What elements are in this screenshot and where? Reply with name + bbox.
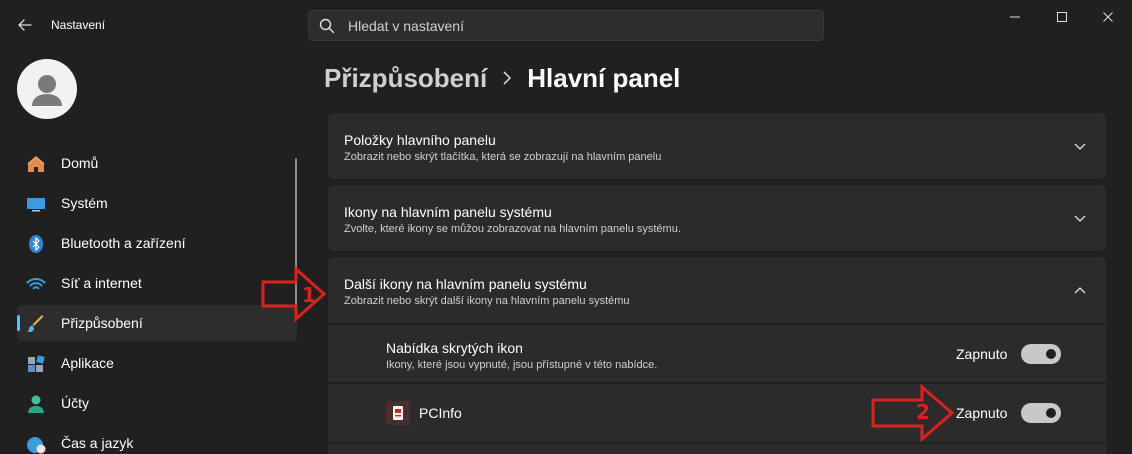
setting-row-pcinfo: PCInfo Zapnuto (328, 384, 1106, 442)
toggle-state-label: Zapnuto (956, 346, 1008, 362)
sidebar-item-accounts[interactable]: Účty (17, 385, 297, 421)
sidebar-item-label: Čas a jazyk (61, 435, 134, 451)
sidebar-item-label: Domů (61, 155, 99, 171)
maximize-icon (1057, 12, 1067, 22)
search-icon (319, 18, 335, 34)
toggle-knob (1046, 349, 1056, 359)
minimize-icon (1010, 16, 1020, 18)
maximize-button[interactable] (1039, 4, 1085, 30)
section-description: Zvolte, které ikony se můžou zobrazovat … (344, 223, 681, 235)
close-button[interactable] (1085, 4, 1131, 30)
setting-row-next (328, 444, 1106, 454)
section-description: Zobrazit nebo skrýt další ikony na hlavn… (344, 295, 630, 307)
brush-icon (27, 315, 44, 332)
user-icon (32, 75, 62, 106)
annotation-number-1: 1 (302, 283, 316, 307)
home-icon (27, 156, 45, 172)
chevron-up-icon (1074, 287, 1086, 294)
account-icon (28, 395, 44, 413)
pcinfo-app-icon (386, 401, 410, 425)
pcinfo-toggle[interactable] (1021, 403, 1061, 423)
wifi-icon (26, 278, 46, 290)
sidebar-item-label: Aplikace (61, 355, 114, 371)
section-title: Položky hlavního panelu (344, 132, 496, 148)
sidebar-item-personalization[interactable]: Přizpůsobení (17, 305, 297, 341)
close-icon (1103, 12, 1113, 22)
sidebar-item-home[interactable]: Domů (17, 145, 297, 181)
setting-title: Nabídka skrytých ikon (386, 340, 523, 356)
section-title: Další ikony na hlavním panelu systému (344, 276, 587, 292)
sidebar-item-bluetooth[interactable]: Bluetooth a zařízení (17, 225, 297, 261)
chevron-down-icon (1074, 215, 1086, 222)
search-input[interactable]: Hledat v nastavení (348, 18, 464, 34)
title-bar: Nastavení Hledat v nastavení (0, 0, 1132, 50)
chevron-down-icon (1074, 143, 1086, 150)
section-description: Zobrazit nebo skrýt tlačítka, která se z… (344, 151, 662, 163)
sidebar-item-label: Síť a internet (61, 275, 142, 291)
active-indicator (17, 315, 20, 331)
arrow-left-icon (18, 19, 32, 31)
sidebar-item-label: Přizpůsobení (61, 315, 143, 331)
breadcrumb-parent[interactable]: Přizpůsobení (324, 63, 487, 94)
sidebar-item-label: Systém (61, 195, 108, 211)
page-title: Hlavní panel (527, 62, 681, 93)
annotation-arrow-1 (261, 266, 327, 322)
bluetooth-icon (29, 235, 43, 253)
monitor-icon (27, 198, 45, 212)
clock-globe-icon (27, 437, 46, 454)
toggle-state-label: Zapnuto (956, 405, 1008, 421)
sidebar-item-system[interactable]: Systém (17, 185, 297, 221)
section-taskbar-items[interactable]: Položky hlavního panelu Zobrazit nebo sk… (328, 113, 1106, 179)
sidebar-item-apps[interactable]: Aplikace (17, 345, 297, 381)
sidebar-item-label: Bluetooth a zařízení (61, 235, 186, 251)
apps-icon (28, 355, 45, 372)
section-other-tray-icons[interactable]: Další ikony na hlavním panelu systému Zo… (328, 257, 1106, 323)
setting-title: PCInfo (419, 405, 462, 421)
app-title: Nastavení (51, 18, 106, 32)
breadcrumb: Přizpůsobení Hlavní panel (324, 60, 680, 96)
setting-row-hidden-icon-menu: Nabídka skrytých ikon Ikony, které jsou … (328, 325, 1106, 382)
sidebar-item-network[interactable]: Síť a internet (17, 265, 297, 301)
search-box[interactable]: Hledat v nastavení (308, 10, 824, 41)
avatar[interactable] (17, 59, 77, 119)
annotation-arrow-2 (871, 384, 955, 442)
minimize-button[interactable] (992, 4, 1038, 30)
back-button[interactable] (14, 14, 36, 36)
section-system-tray-icons[interactable]: Ikony na hlavním panelu systému Zvolte, … (328, 185, 1106, 251)
annotation-number-2: 2 (916, 400, 930, 424)
chevron-right-icon (501, 70, 513, 86)
sidebar-item-label: Účty (61, 395, 89, 411)
sidebar-item-time-language[interactable]: Čas a jazyk (17, 425, 297, 454)
section-title: Ikony na hlavním panelu systému (344, 204, 552, 220)
setting-description: Ikony, které jsou vypnuté, jsou přístupn… (386, 359, 658, 371)
hidden-icon-menu-toggle[interactable] (1021, 344, 1061, 364)
toggle-knob (1046, 408, 1056, 418)
